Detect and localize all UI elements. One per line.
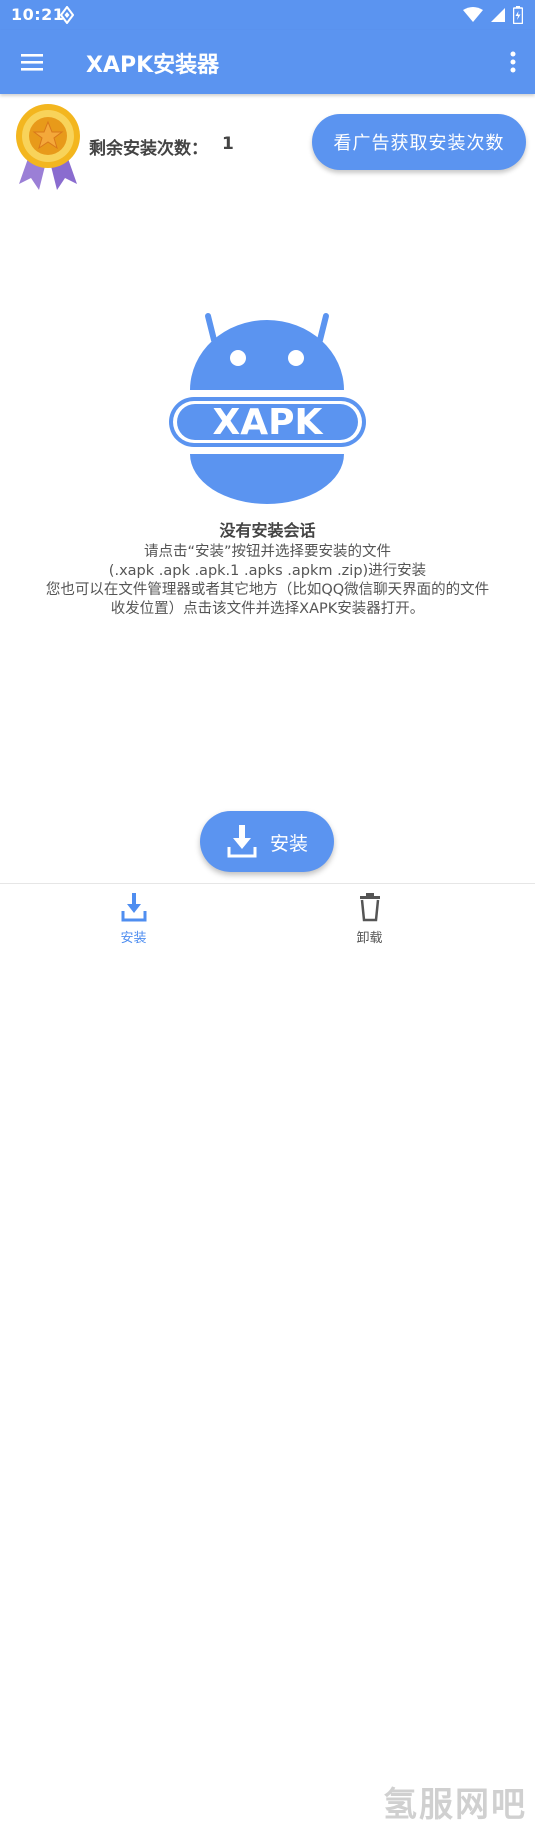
- remaining-installs-count: 1: [222, 134, 234, 154]
- more-options-button[interactable]: [507, 50, 519, 74]
- nav-item-uninstall[interactable]: 卸载: [236, 884, 503, 952]
- nav-item-install[interactable]: 安装: [0, 884, 267, 952]
- status-time: 10:21: [11, 5, 65, 24]
- menu-icon: [21, 54, 43, 71]
- install-button[interactable]: 安装: [200, 811, 334, 872]
- empty-state-line: 请点击“安装”按钮并选择要安装的文件: [143, 544, 392, 560]
- empty-state-description: 请点击“安装”按钮并选择要安装的文件 (.xapk .apk .apk.1 .a…: [0, 543, 535, 619]
- empty-state-line: 收发位置）点击该文件并选择XAPK安装器打开。: [110, 601, 425, 617]
- trash-icon: [358, 892, 382, 926]
- remaining-installs-label: 剩余安装次数：: [89, 139, 208, 159]
- signal-icon: [490, 7, 506, 27]
- bottom-navigation: 安装 卸载 氢服网吧: [0, 883, 535, 1825]
- xapk-logo-text: XAPK: [213, 402, 324, 443]
- menu-button[interactable]: [18, 50, 48, 74]
- app-bar: XAPK安装器: [0, 30, 535, 94]
- watch-ad-button[interactable]: 看广告获取安装次数: [312, 114, 526, 170]
- status-icons: [463, 6, 524, 28]
- app-title: XAPK安装器: [86, 53, 220, 78]
- nav-item-label: 安装: [120, 931, 147, 946]
- empty-state-line: 您也可以在文件管理器或者其它地方（比如QQ微信聊天界面的的文件: [45, 582, 490, 598]
- install-quota-panel: 剩余安装次数： 1 看广告获取安装次数: [0, 96, 535, 196]
- battery-icon: [512, 6, 524, 28]
- notification-app-icon: [59, 5, 75, 28]
- wifi-icon: [463, 7, 483, 27]
- more-vert-icon: [510, 51, 516, 73]
- install-button-label: 安装: [270, 833, 309, 855]
- empty-state-title: 没有安装会话: [219, 521, 316, 540]
- status-bar: 10:21: [0, 0, 535, 30]
- xapk-logo: XAPK: [160, 310, 375, 514]
- medal-icon: [13, 102, 83, 196]
- nav-item-label: 卸载: [356, 931, 383, 946]
- download-icon: [226, 823, 258, 863]
- download-icon: [121, 892, 147, 926]
- watermark: 氢服网吧: [383, 1785, 527, 1825]
- empty-state-line: (.xapk .apk .apk.1 .apks .apkm .zip)进行安装: [108, 563, 427, 579]
